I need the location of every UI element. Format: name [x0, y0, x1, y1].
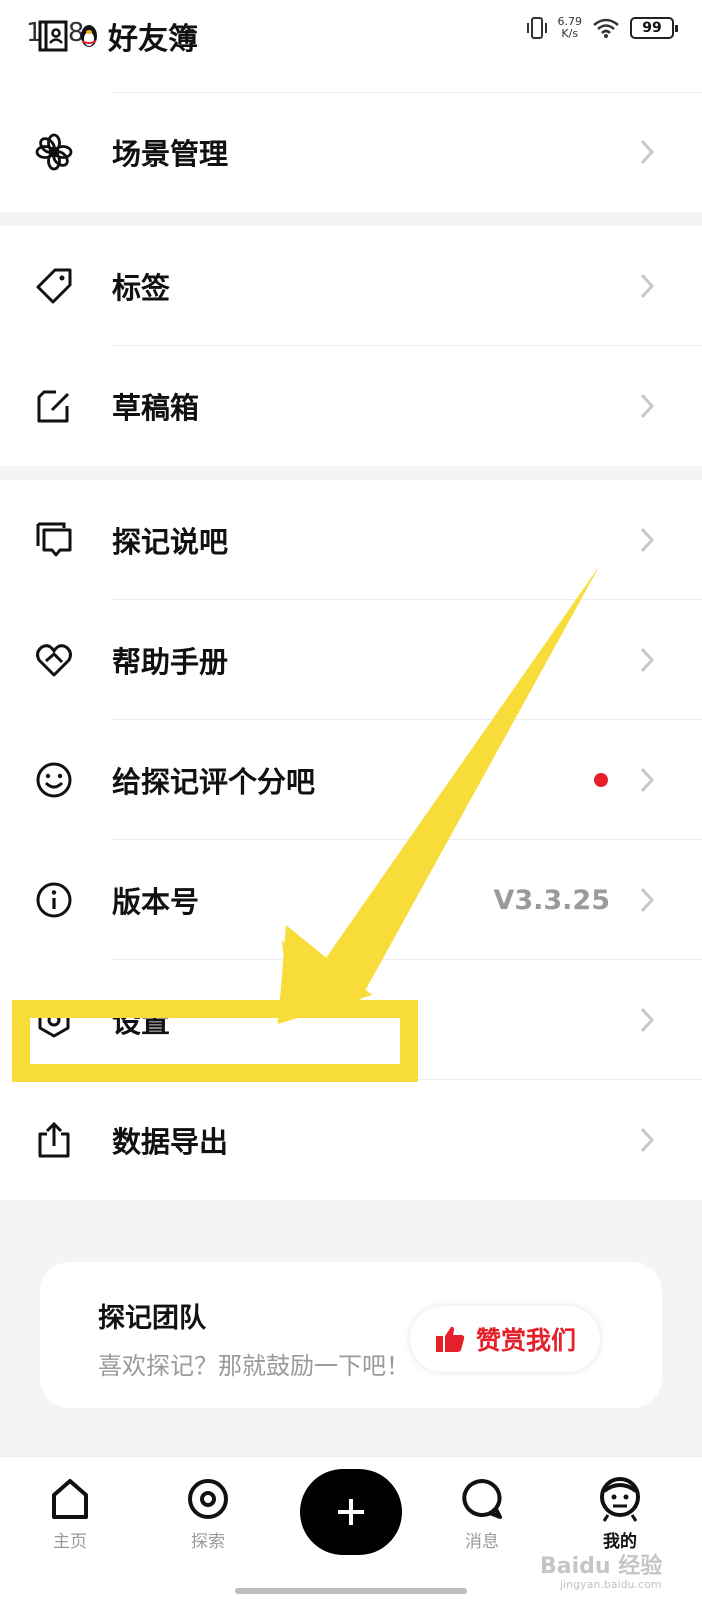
profile-face-icon	[600, 1477, 640, 1522]
watermark-url: jingyan.baidu.com	[560, 1578, 662, 1591]
home-icon	[52, 1479, 88, 1519]
team-card: 探记团队 喜欢探记？那就鼓励一下吧！ 赞赏我们	[40, 1262, 662, 1408]
explore-target-icon	[188, 1479, 228, 1519]
reward-button-label: 赞赏我们	[475, 1326, 576, 1355]
tab-explore[interactable]: 探索	[168, 1475, 248, 1552]
plus-icon	[338, 1499, 364, 1525]
tab-messages[interactable]: 消息	[442, 1475, 522, 1552]
tab-home-label: 主页	[53, 1532, 87, 1552]
tab-home[interactable]: 主页	[30, 1475, 110, 1552]
add-button[interactable]	[300, 1469, 402, 1555]
thumbs-up-icon	[435, 1326, 465, 1352]
tab-mine[interactable]: 我的	[580, 1475, 660, 1552]
home-indicator	[235, 1588, 467, 1594]
team-subtitle: 喜欢探记？那就鼓励一下吧！	[98, 1352, 410, 1380]
tab-messages-label: 消息	[465, 1532, 499, 1552]
team-title: 探记团队	[98, 1303, 206, 1334]
tab-explore-label: 探索	[191, 1532, 225, 1552]
message-bubble-icon	[462, 1479, 502, 1519]
reward-button[interactable]: 赞赏我们	[410, 1306, 600, 1372]
watermark-brand: Baidu 经验	[540, 1554, 663, 1579]
